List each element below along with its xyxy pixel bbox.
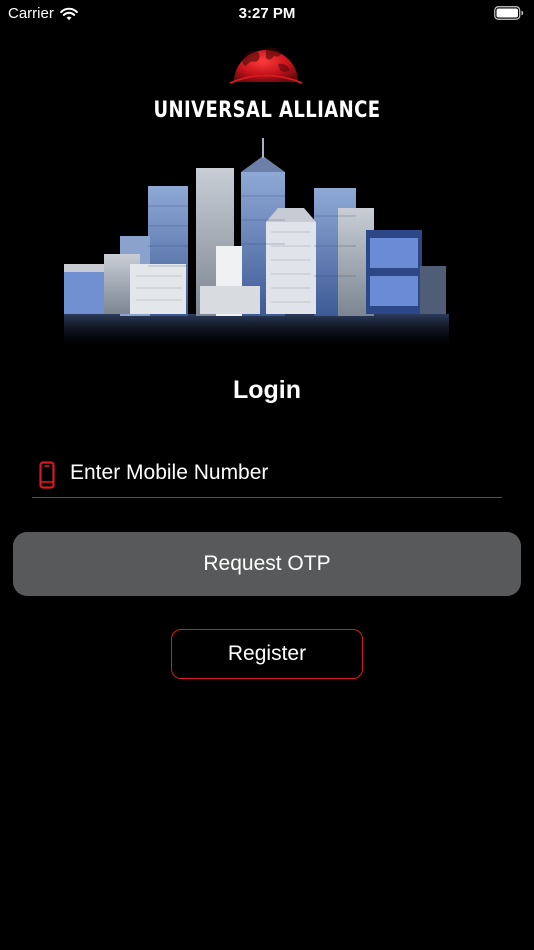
brand-name: UNIVERSAL ALLIANCE xyxy=(153,98,381,123)
city-skyline-image xyxy=(64,138,449,350)
phone-icon xyxy=(39,461,55,489)
status-time: 3:27 PM xyxy=(238,5,296,22)
status-bar: Carrier 3:27 PM xyxy=(0,0,534,28)
request-otp-button[interactable]: Request OTP xyxy=(13,532,521,596)
register-button[interactable]: Register xyxy=(171,629,363,679)
mobile-number-field[interactable] xyxy=(32,450,502,498)
login-title: Login xyxy=(232,376,302,404)
battery-icon xyxy=(494,6,524,20)
mobile-number-input[interactable] xyxy=(70,456,490,490)
globe-logo xyxy=(229,47,303,84)
hero-banner: UNIVERSAL ALLIANCE xyxy=(0,34,534,354)
